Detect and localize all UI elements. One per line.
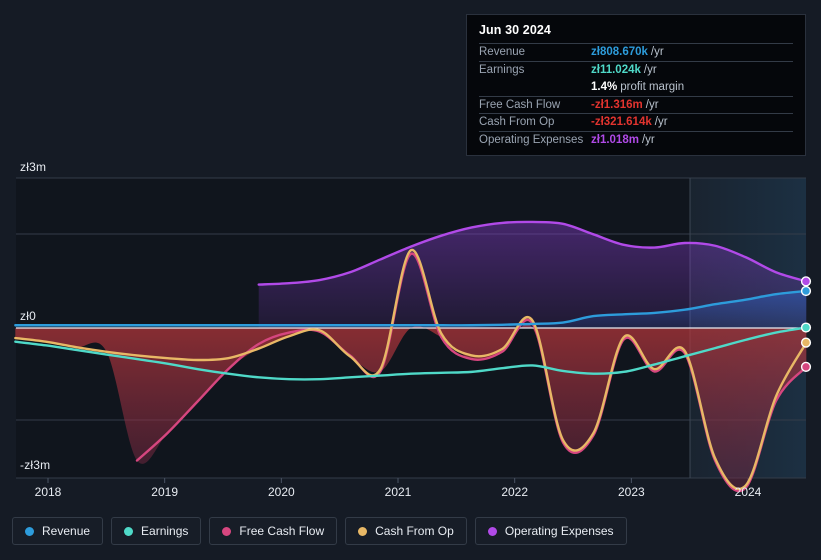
legend-item-label: Free Cash Flow <box>239 524 325 538</box>
tooltip-row-suffix: /yr <box>650 46 664 59</box>
tooltip-row-label: Cash From Op <box>479 116 555 129</box>
tooltip-row-value: zł808.670k <box>591 46 648 59</box>
x-axis-tick-2022: 2022 <box>501 485 529 499</box>
x-axis-tick-2020: 2020 <box>267 485 295 499</box>
tooltip-row: Operating Expenses zł1.018m/yr <box>479 130 793 149</box>
legend-item-revenue[interactable]: Revenue <box>12 517 104 545</box>
legend-color-dot-icon <box>358 526 368 536</box>
legend-color-dot-icon <box>222 526 232 536</box>
tooltip-row-label: Operating Expenses <box>479 133 584 146</box>
x-axis-tick-2023: 2023 <box>617 485 645 499</box>
endpoint-marker-free-cash-flow <box>800 361 812 372</box>
tooltip-row: Revenue zł808.670k/yr <box>479 43 793 61</box>
tooltip-row-label: Earnings <box>479 63 525 76</box>
data-tooltip: Jun 30 2024 Revenue zł808.670k/yr Earnings… <box>466 14 806 156</box>
endpoint-marker-cash-from-op <box>800 337 812 348</box>
legend-color-dot-icon <box>25 526 34 536</box>
tooltip-row-suffix: /yr <box>641 133 655 146</box>
y-axis-label-zero: zł0 <box>20 309 36 323</box>
endpoint-marker-earnings <box>800 322 812 333</box>
tooltip-row-suffix: /yr <box>654 116 668 129</box>
x-axis-tick-2024: 2024 <box>734 485 762 499</box>
tooltip-row-value: zł11.024k <box>591 63 641 76</box>
legend-item-label: Operating Expenses <box>504 524 614 538</box>
x-axis-tick-2019: 2019 <box>151 485 178 499</box>
tooltip-row-value: -zł1.316m <box>591 98 643 111</box>
endpoint-marker-revenue <box>800 285 812 297</box>
tooltip-rows: Revenue zł808.670k/yr Earnings zł11.024k/yr… <box>479 43 793 148</box>
tooltip-row-value: zł1.018m <box>591 133 639 146</box>
tooltip-row: Earnings zł11.024k/yr <box>479 60 793 79</box>
x-axis-tick-2021: 2021 <box>384 485 412 499</box>
legend-color-dot-icon <box>124 526 134 536</box>
tooltip-row-suffix: /yr <box>645 98 659 111</box>
y-axis-label-bottom: -zł3m <box>20 458 51 472</box>
financial-area-chart: zł3m zł0 -zł3m 2018 2019 2020 2021 2022 2023 2… <box>0 0 821 560</box>
legend-item-cash-from-op[interactable]: Cash From Op <box>345 517 467 545</box>
area-negative-cashflow <box>15 324 807 492</box>
chart-legend: Revenue Earnings Free Cash Flow Cash From O… <box>12 517 627 545</box>
legend-item-earnings[interactable]: Earnings <box>111 517 202 545</box>
tooltip-row: Cash From Op -zł321.614k/yr <box>479 113 793 131</box>
legend-item-free-cash-flow[interactable]: Free Cash Flow <box>209 517 338 545</box>
tooltip-row-value: 1.4% <box>591 80 618 93</box>
tooltip-date: Jun 30 2024 <box>479 23 551 37</box>
endpoint-marker-operating-expenses <box>800 276 812 287</box>
tooltip-row-label: Free Cash Flow <box>479 98 561 111</box>
legend-item-label: Cash From Op <box>375 524 454 538</box>
tooltip-row-label: Revenue <box>479 46 526 59</box>
legend-item-label: Revenue <box>42 524 91 538</box>
tooltip-row-suffix: profit margin <box>620 80 685 93</box>
y-axis-label-top: zł3m <box>20 160 47 174</box>
legend-item-operating-expenses[interactable]: Operating Expenses <box>474 517 627 545</box>
tooltip-row: 1.4% profit margin <box>479 78 793 96</box>
legend-item-label: Earnings <box>141 524 189 538</box>
x-axis-tick-2018: 2018 <box>34 485 62 499</box>
legend-color-dot-icon <box>487 526 497 536</box>
tooltip-row: Free Cash Flow -zł1.316m/yr <box>479 95 793 114</box>
tooltip-row-suffix: /yr <box>643 63 657 76</box>
tooltip-row-value: -zł321.614k <box>591 116 652 129</box>
